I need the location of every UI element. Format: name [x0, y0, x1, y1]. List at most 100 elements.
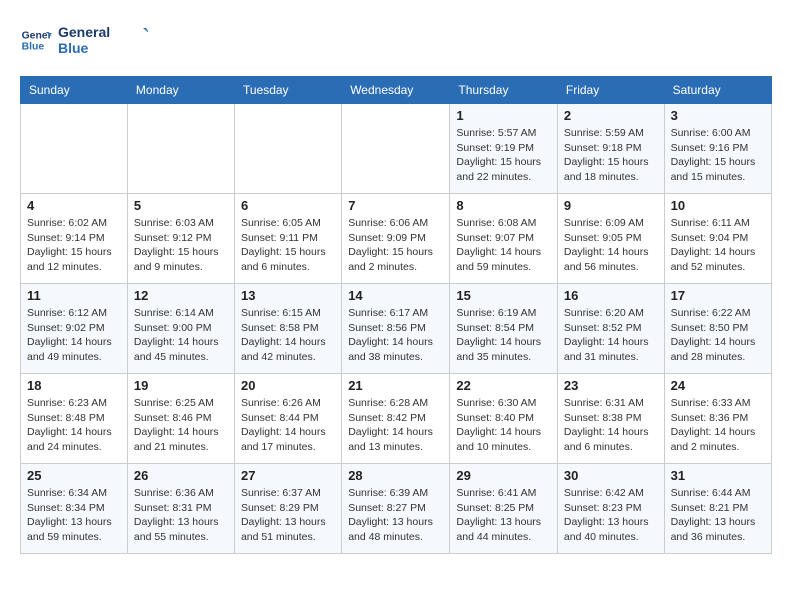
cell-content: Sunrise: 6:19 AM Sunset: 8:54 PM Dayligh… — [456, 306, 550, 365]
calendar-cell: 26 Sunrise: 6:36 AM Sunset: 8:31 PM Dayl… — [127, 464, 234, 554]
day-number: 10 — [671, 198, 765, 213]
calendar-cell — [127, 104, 234, 194]
day-number: 14 — [348, 288, 443, 303]
day-number: 17 — [671, 288, 765, 303]
calendar-cell: 16 Sunrise: 6:20 AM Sunset: 8:52 PM Dayl… — [557, 284, 664, 374]
cell-content: Sunrise: 6:31 AM Sunset: 8:38 PM Dayligh… — [564, 396, 658, 455]
cell-content: Sunrise: 6:06 AM Sunset: 9:09 PM Dayligh… — [348, 216, 443, 275]
calendar-cell: 28 Sunrise: 6:39 AM Sunset: 8:27 PM Dayl… — [342, 464, 450, 554]
cell-content: Sunrise: 6:33 AM Sunset: 8:36 PM Dayligh… — [671, 396, 765, 455]
weekday-header: Thursday — [450, 77, 557, 104]
cell-content: Sunrise: 6:03 AM Sunset: 9:12 PM Dayligh… — [134, 216, 228, 275]
weekday-header: Saturday — [664, 77, 771, 104]
day-number: 15 — [456, 288, 550, 303]
calendar-cell: 6 Sunrise: 6:05 AM Sunset: 9:11 PM Dayli… — [234, 194, 341, 284]
calendar-header: SundayMondayTuesdayWednesdayThursdayFrid… — [21, 77, 772, 104]
calendar-cell: 22 Sunrise: 6:30 AM Sunset: 8:40 PM Dayl… — [450, 374, 557, 464]
day-number: 2 — [564, 108, 658, 123]
calendar-cell: 24 Sunrise: 6:33 AM Sunset: 8:36 PM Dayl… — [664, 374, 771, 464]
weekday-header: Wednesday — [342, 77, 450, 104]
day-number: 11 — [27, 288, 121, 303]
cell-content: Sunrise: 6:09 AM Sunset: 9:05 PM Dayligh… — [564, 216, 658, 275]
cell-content: Sunrise: 6:22 AM Sunset: 8:50 PM Dayligh… — [671, 306, 765, 365]
cell-content: Sunrise: 6:00 AM Sunset: 9:16 PM Dayligh… — [671, 126, 765, 185]
cell-content: Sunrise: 6:36 AM Sunset: 8:31 PM Dayligh… — [134, 486, 228, 545]
calendar-cell: 18 Sunrise: 6:23 AM Sunset: 8:48 PM Dayl… — [21, 374, 128, 464]
day-number: 18 — [27, 378, 121, 393]
cell-content: Sunrise: 6:11 AM Sunset: 9:04 PM Dayligh… — [671, 216, 765, 275]
cell-content: Sunrise: 6:34 AM Sunset: 8:34 PM Dayligh… — [27, 486, 121, 545]
calendar-cell: 14 Sunrise: 6:17 AM Sunset: 8:56 PM Dayl… — [342, 284, 450, 374]
calendar-cell: 12 Sunrise: 6:14 AM Sunset: 9:00 PM Dayl… — [127, 284, 234, 374]
calendar-cell: 21 Sunrise: 6:28 AM Sunset: 8:42 PM Dayl… — [342, 374, 450, 464]
calendar-week-row: 4 Sunrise: 6:02 AM Sunset: 9:14 PM Dayli… — [21, 194, 772, 284]
weekday-header: Tuesday — [234, 77, 341, 104]
cell-content: Sunrise: 6:17 AM Sunset: 8:56 PM Dayligh… — [348, 306, 443, 365]
calendar-cell: 9 Sunrise: 6:09 AM Sunset: 9:05 PM Dayli… — [557, 194, 664, 284]
cell-content: Sunrise: 6:30 AM Sunset: 8:40 PM Dayligh… — [456, 396, 550, 455]
calendar-cell: 15 Sunrise: 6:19 AM Sunset: 8:54 PM Dayl… — [450, 284, 557, 374]
calendar-cell: 31 Sunrise: 6:44 AM Sunset: 8:21 PM Dayl… — [664, 464, 771, 554]
calendar-cell — [342, 104, 450, 194]
calendar-body: 1 Sunrise: 5:57 AM Sunset: 9:19 PM Dayli… — [21, 104, 772, 554]
calendar-cell: 19 Sunrise: 6:25 AM Sunset: 8:46 PM Dayl… — [127, 374, 234, 464]
day-number: 6 — [241, 198, 335, 213]
cell-content: Sunrise: 6:25 AM Sunset: 8:46 PM Dayligh… — [134, 396, 228, 455]
cell-content: Sunrise: 6:12 AM Sunset: 9:02 PM Dayligh… — [27, 306, 121, 365]
calendar-week-row: 11 Sunrise: 6:12 AM Sunset: 9:02 PM Dayl… — [21, 284, 772, 374]
calendar-cell: 7 Sunrise: 6:06 AM Sunset: 9:09 PM Dayli… — [342, 194, 450, 284]
day-number: 8 — [456, 198, 550, 213]
calendar-cell: 30 Sunrise: 6:42 AM Sunset: 8:23 PM Dayl… — [557, 464, 664, 554]
calendar-cell: 10 Sunrise: 6:11 AM Sunset: 9:04 PM Dayl… — [664, 194, 771, 284]
day-number: 23 — [564, 378, 658, 393]
cell-content: Sunrise: 6:15 AM Sunset: 8:58 PM Dayligh… — [241, 306, 335, 365]
calendar-cell — [21, 104, 128, 194]
day-number: 7 — [348, 198, 443, 213]
weekday-header: Friday — [557, 77, 664, 104]
cell-content: Sunrise: 6:28 AM Sunset: 8:42 PM Dayligh… — [348, 396, 443, 455]
calendar-cell: 11 Sunrise: 6:12 AM Sunset: 9:02 PM Dayl… — [21, 284, 128, 374]
cell-content: Sunrise: 6:23 AM Sunset: 8:48 PM Dayligh… — [27, 396, 121, 455]
cell-content: Sunrise: 6:05 AM Sunset: 9:11 PM Dayligh… — [241, 216, 335, 275]
cell-content: Sunrise: 6:26 AM Sunset: 8:44 PM Dayligh… — [241, 396, 335, 455]
day-number: 4 — [27, 198, 121, 213]
logo-icon: General Blue — [20, 24, 52, 56]
calendar-cell: 5 Sunrise: 6:03 AM Sunset: 9:12 PM Dayli… — [127, 194, 234, 284]
day-number: 16 — [564, 288, 658, 303]
calendar-cell: 23 Sunrise: 6:31 AM Sunset: 8:38 PM Dayl… — [557, 374, 664, 464]
weekday-header: Sunday — [21, 77, 128, 104]
calendar-cell: 13 Sunrise: 6:15 AM Sunset: 8:58 PM Dayl… — [234, 284, 341, 374]
weekday-row: SundayMondayTuesdayWednesdayThursdayFrid… — [21, 77, 772, 104]
calendar-cell: 4 Sunrise: 6:02 AM Sunset: 9:14 PM Dayli… — [21, 194, 128, 284]
calendar-week-row: 18 Sunrise: 6:23 AM Sunset: 8:48 PM Dayl… — [21, 374, 772, 464]
logo-svg: General Blue — [58, 20, 148, 60]
calendar-week-row: 1 Sunrise: 5:57 AM Sunset: 9:19 PM Dayli… — [21, 104, 772, 194]
cell-content: Sunrise: 6:44 AM Sunset: 8:21 PM Dayligh… — [671, 486, 765, 545]
day-number: 1 — [456, 108, 550, 123]
day-number: 22 — [456, 378, 550, 393]
page-header: General Blue General Blue — [20, 20, 772, 60]
day-number: 28 — [348, 468, 443, 483]
calendar-table: SundayMondayTuesdayWednesdayThursdayFrid… — [20, 76, 772, 554]
calendar-cell: 1 Sunrise: 5:57 AM Sunset: 9:19 PM Dayli… — [450, 104, 557, 194]
svg-text:General: General — [58, 24, 110, 40]
cell-content: Sunrise: 6:41 AM Sunset: 8:25 PM Dayligh… — [456, 486, 550, 545]
calendar-week-row: 25 Sunrise: 6:34 AM Sunset: 8:34 PM Dayl… — [21, 464, 772, 554]
day-number: 30 — [564, 468, 658, 483]
logo: General Blue General Blue — [20, 20, 148, 60]
day-number: 25 — [27, 468, 121, 483]
cell-content: Sunrise: 6:42 AM Sunset: 8:23 PM Dayligh… — [564, 486, 658, 545]
calendar-cell — [234, 104, 341, 194]
cell-content: Sunrise: 6:08 AM Sunset: 9:07 PM Dayligh… — [456, 216, 550, 275]
day-number: 31 — [671, 468, 765, 483]
day-number: 20 — [241, 378, 335, 393]
day-number: 5 — [134, 198, 228, 213]
cell-content: Sunrise: 6:14 AM Sunset: 9:00 PM Dayligh… — [134, 306, 228, 365]
calendar-cell: 8 Sunrise: 6:08 AM Sunset: 9:07 PM Dayli… — [450, 194, 557, 284]
calendar-cell: 27 Sunrise: 6:37 AM Sunset: 8:29 PM Dayl… — [234, 464, 341, 554]
day-number: 21 — [348, 378, 443, 393]
svg-text:Blue: Blue — [22, 42, 45, 53]
calendar-cell: 3 Sunrise: 6:00 AM Sunset: 9:16 PM Dayli… — [664, 104, 771, 194]
cell-content: Sunrise: 6:02 AM Sunset: 9:14 PM Dayligh… — [27, 216, 121, 275]
calendar-cell: 20 Sunrise: 6:26 AM Sunset: 8:44 PM Dayl… — [234, 374, 341, 464]
